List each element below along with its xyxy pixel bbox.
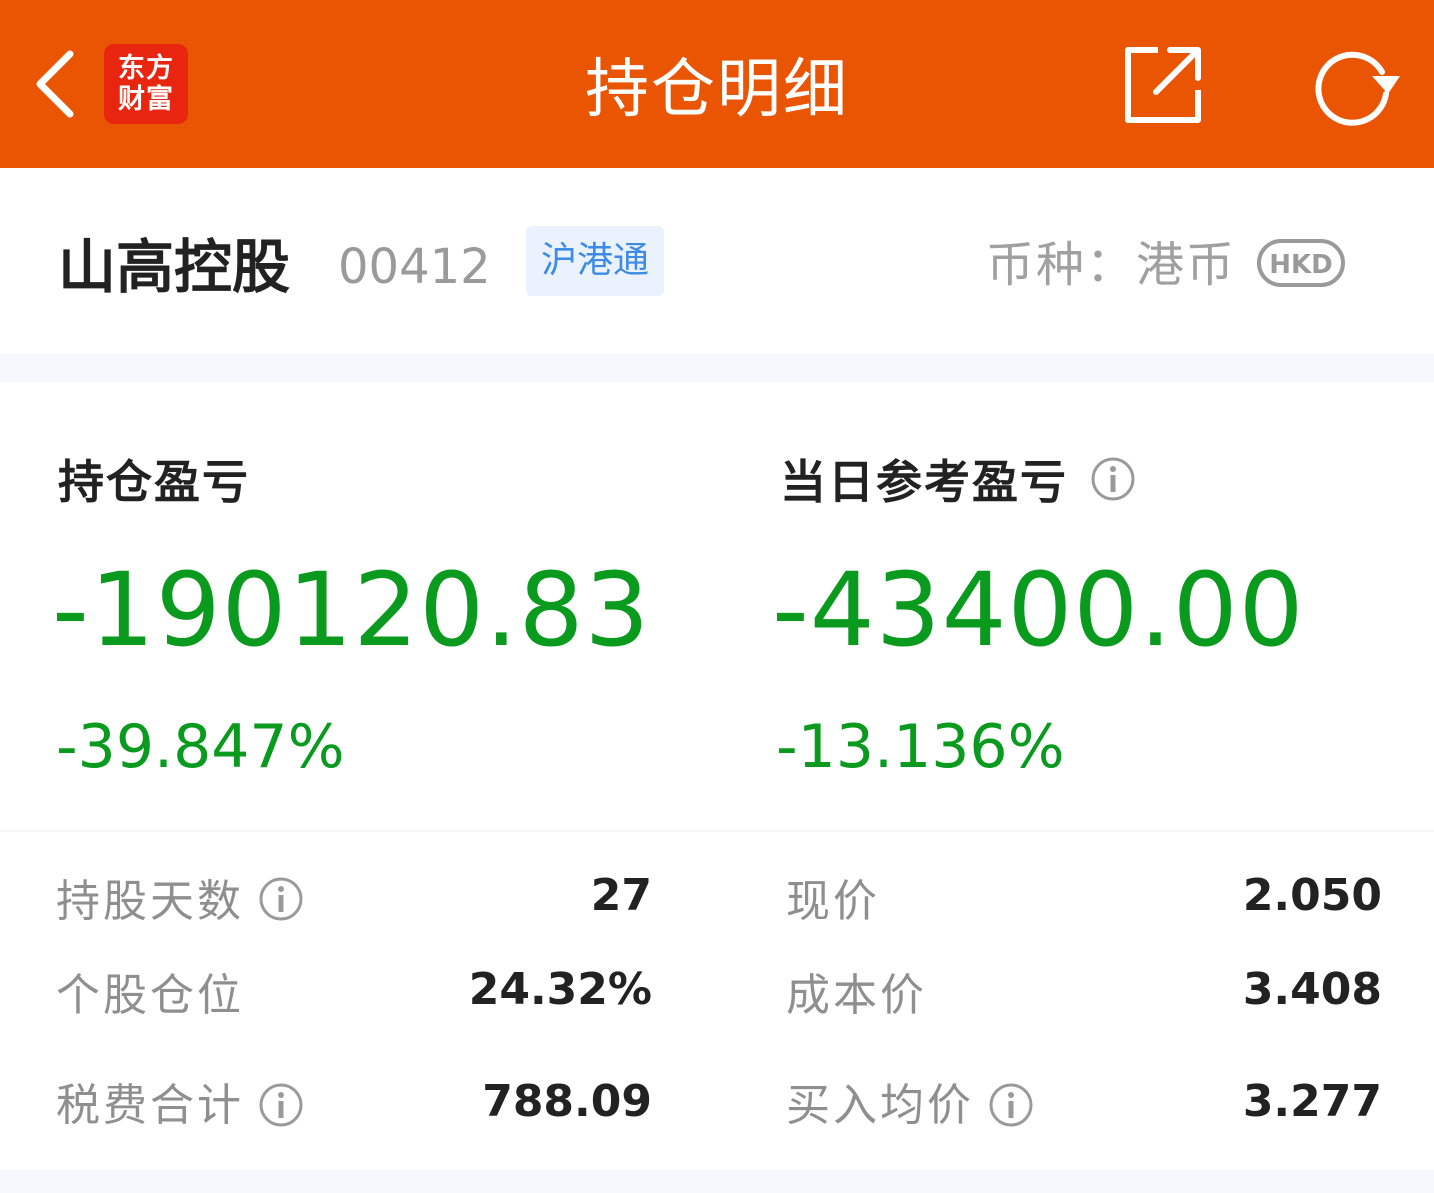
bottom-separator <box>0 1170 1434 1193</box>
chevron-left-icon <box>36 50 74 118</box>
page-title: 持仓明细 <box>585 53 849 127</box>
share-button[interactable] <box>1120 42 1204 126</box>
info-icon[interactable] <box>1090 456 1136 502</box>
app-bar: 东方 财富 持仓明细 <box>0 0 1434 168</box>
info-icon[interactable] <box>988 1082 1034 1128</box>
stock-name: 山高控股 <box>58 233 291 301</box>
tax-fee-label: 税费合计 <box>56 1080 244 1131</box>
market-tag: 沪港通 <box>526 226 664 296</box>
cost-price-value: 3.408 <box>1242 964 1382 1015</box>
position-pnl-percent: -39.847% <box>56 712 345 782</box>
daily-pnl-percent: -13.136% <box>776 712 1065 782</box>
hkd-badge-text: HKD <box>1269 250 1333 280</box>
currency-label: 币种：港币 <box>986 237 1237 293</box>
position-pnl-value: -190120.83 <box>52 551 651 670</box>
stock-code: 00412 <box>338 239 491 295</box>
divider <box>0 830 1434 832</box>
refresh-button[interactable] <box>1310 42 1402 126</box>
refresh-icon <box>1315 51 1400 126</box>
position-ratio-label: 个股仓位 <box>56 970 244 1021</box>
avg-buy-price-label: 买入均价 <box>786 1080 974 1131</box>
logo-text-line1: 东方 <box>118 53 174 84</box>
current-price-value: 2.050 <box>1242 870 1382 921</box>
position-ratio-value: 24.32% <box>468 964 652 1015</box>
holding-days-value: 27 <box>590 870 652 921</box>
current-price-label: 现价 <box>786 876 880 927</box>
stock-header: 山高控股 00412 沪港通 币种：港币 HKD <box>0 168 1434 354</box>
app-logo[interactable]: 东方 财富 <box>104 44 188 124</box>
daily-pnl-value: -43400.00 <box>772 551 1305 670</box>
info-icon[interactable] <box>258 1082 304 1128</box>
info-icon[interactable] <box>258 876 304 922</box>
position-pnl-label: 持仓盈亏 <box>58 455 250 509</box>
hkd-currency-icon[interactable]: HKD <box>1256 238 1346 288</box>
holding-days-label: 持股天数 <box>56 876 244 927</box>
cost-price-label: 成本价 <box>786 970 927 1021</box>
logo-text-line2: 财富 <box>118 84 174 115</box>
section-separator <box>0 354 1434 382</box>
back-button[interactable] <box>28 44 84 124</box>
tax-fee-value: 788.09 <box>482 1076 652 1127</box>
share-icon <box>1125 47 1201 123</box>
avg-buy-price-value: 3.277 <box>1242 1076 1382 1127</box>
daily-pnl-label: 当日参考盈亏 <box>780 455 1068 509</box>
